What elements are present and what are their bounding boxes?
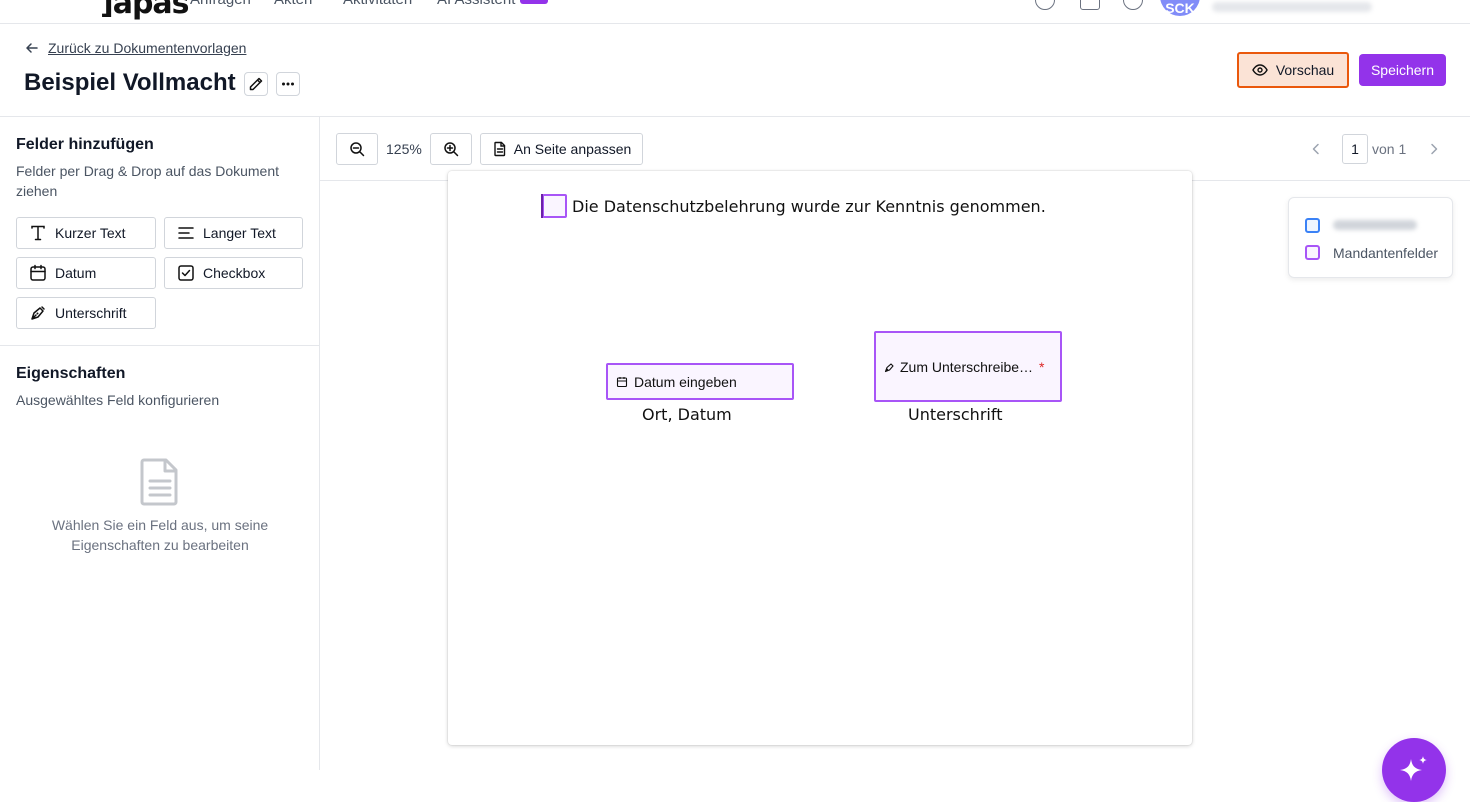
signature-field[interactable]: Zum Unterschreibe… * [874,331,1062,402]
properties-empty-state: Wählen Sie ein Feld aus, um seine Eigens… [51,517,269,553]
field-legend: Mandantenfelder [1288,197,1453,278]
sparkles-icon [1400,756,1427,781]
add-field-checkbox[interactable]: Checkbox [164,257,303,289]
date-caption: Ort, Datum [642,405,732,424]
add-field-checkbox-label: Checkbox [203,265,266,281]
user-name-redacted [1212,2,1372,12]
fields-section-title: Felder hinzufügen [16,136,154,153]
checkbox-icon [178,265,194,281]
checkbox-field[interactable] [542,194,567,218]
file-text-icon [494,141,505,157]
bell-icon[interactable] [1080,0,1100,10]
page-title: Beispiel Vollmacht [24,69,236,96]
app-logo[interactable]: ]apas [100,0,190,21]
legend-label-mandantenfelder: Mandantenfelder [1333,245,1439,261]
preview-button[interactable]: Vorschau [1237,52,1349,88]
nav-link-akten[interactable]: Akten [274,0,312,8]
document-icon [140,458,180,506]
text-icon [31,225,45,241]
date-field-placeholder: Datum eingeben [634,373,737,390]
nav-link-aktivitaeten[interactable]: Aktivitäten [343,0,412,8]
checkbox-field-marker [541,194,543,218]
more-options-button[interactable] [276,72,300,96]
top-navigation: ]apas Anfragen Akten Aktivitäten AI Assi… [0,0,1470,24]
required-indicator: * [1039,358,1045,375]
help-icon[interactable] [1035,0,1055,10]
sidebar-divider [0,345,319,346]
add-field-short-text-label: Kurzer Text [55,225,126,241]
zoom-in-button[interactable] [430,133,472,165]
next-page-button[interactable] [1426,141,1442,157]
add-field-long-text-label: Langer Text [203,225,276,241]
ai-assistant-button[interactable] [1382,738,1446,802]
page-total: von 1 [1372,141,1407,157]
align-left-icon [178,227,194,239]
add-field-date-label: Datum [55,265,97,281]
sidebar: Felder hinzufügen Felder per Drag & Drop… [0,117,320,770]
arrow-left-icon [26,43,38,53]
fit-to-page-label: An Seite anpassen [513,141,632,157]
pencil-icon [249,77,263,91]
preview-button-label: Vorschau [1275,62,1335,78]
ai-badge [520,0,548,4]
legend-label-redacted [1333,220,1417,230]
prev-page-button[interactable] [1308,141,1324,157]
add-field-signature-label: Unterschrift [55,305,127,321]
fit-to-page-button[interactable]: An Seite anpassen [480,133,643,165]
gear-icon[interactable] [1123,0,1143,10]
fields-section-description: Felder per Drag & Drop auf das Dokument … [16,163,280,199]
zoom-out-button[interactable] [336,133,378,165]
calendar-icon [616,376,628,387]
properties-section-title: Eigenschaften [16,365,126,382]
zoom-level: 125% [386,141,422,157]
page-number-input[interactable]: 1 [1342,134,1368,164]
zoom-out-icon [350,142,365,157]
add-field-long-text[interactable]: Langer Text [164,217,303,249]
privacy-consent-text: Die Datenschutzbelehrung wurde zur Kennt… [572,197,1046,216]
legend-swatch-purple [1305,245,1320,260]
calendar-icon [30,264,46,281]
nav-link-anfragen[interactable]: Anfragen [190,0,251,8]
document-page: Die Datenschutzbelehrung wurde zur Kennt… [448,171,1192,745]
chevron-right-icon [1431,143,1438,155]
avatar[interactable]: SCK [1160,0,1200,16]
add-field-signature[interactable]: Unterschrift [16,297,156,329]
back-link[interactable]: Zurück zu Dokumentenvorlagen [24,40,246,56]
add-field-short-text[interactable]: Kurzer Text [16,217,156,249]
pen-tool-icon [884,362,894,372]
back-link-label: Zurück zu Dokumentenvorlagen [48,40,247,56]
more-horizontal-icon [282,82,294,86]
add-field-date[interactable]: Datum [16,257,156,289]
properties-section-description: Ausgewähltes Feld konfigurieren [16,392,220,408]
nav-link-ai-assistent[interactable]: AI Assistent [437,0,515,8]
edit-title-button[interactable] [244,72,268,96]
legend-swatch-blue [1305,218,1320,233]
signature-field-placeholder: Zum Unterschreibe… [900,358,1034,375]
eye-icon [1252,64,1268,76]
save-button[interactable]: Speichern [1359,54,1446,86]
pen-tool-icon [31,306,45,320]
chevron-left-icon [1312,143,1319,155]
date-field[interactable]: Datum eingeben [606,363,794,400]
signature-caption: Unterschrift [908,405,1003,424]
zoom-in-icon [444,142,459,157]
